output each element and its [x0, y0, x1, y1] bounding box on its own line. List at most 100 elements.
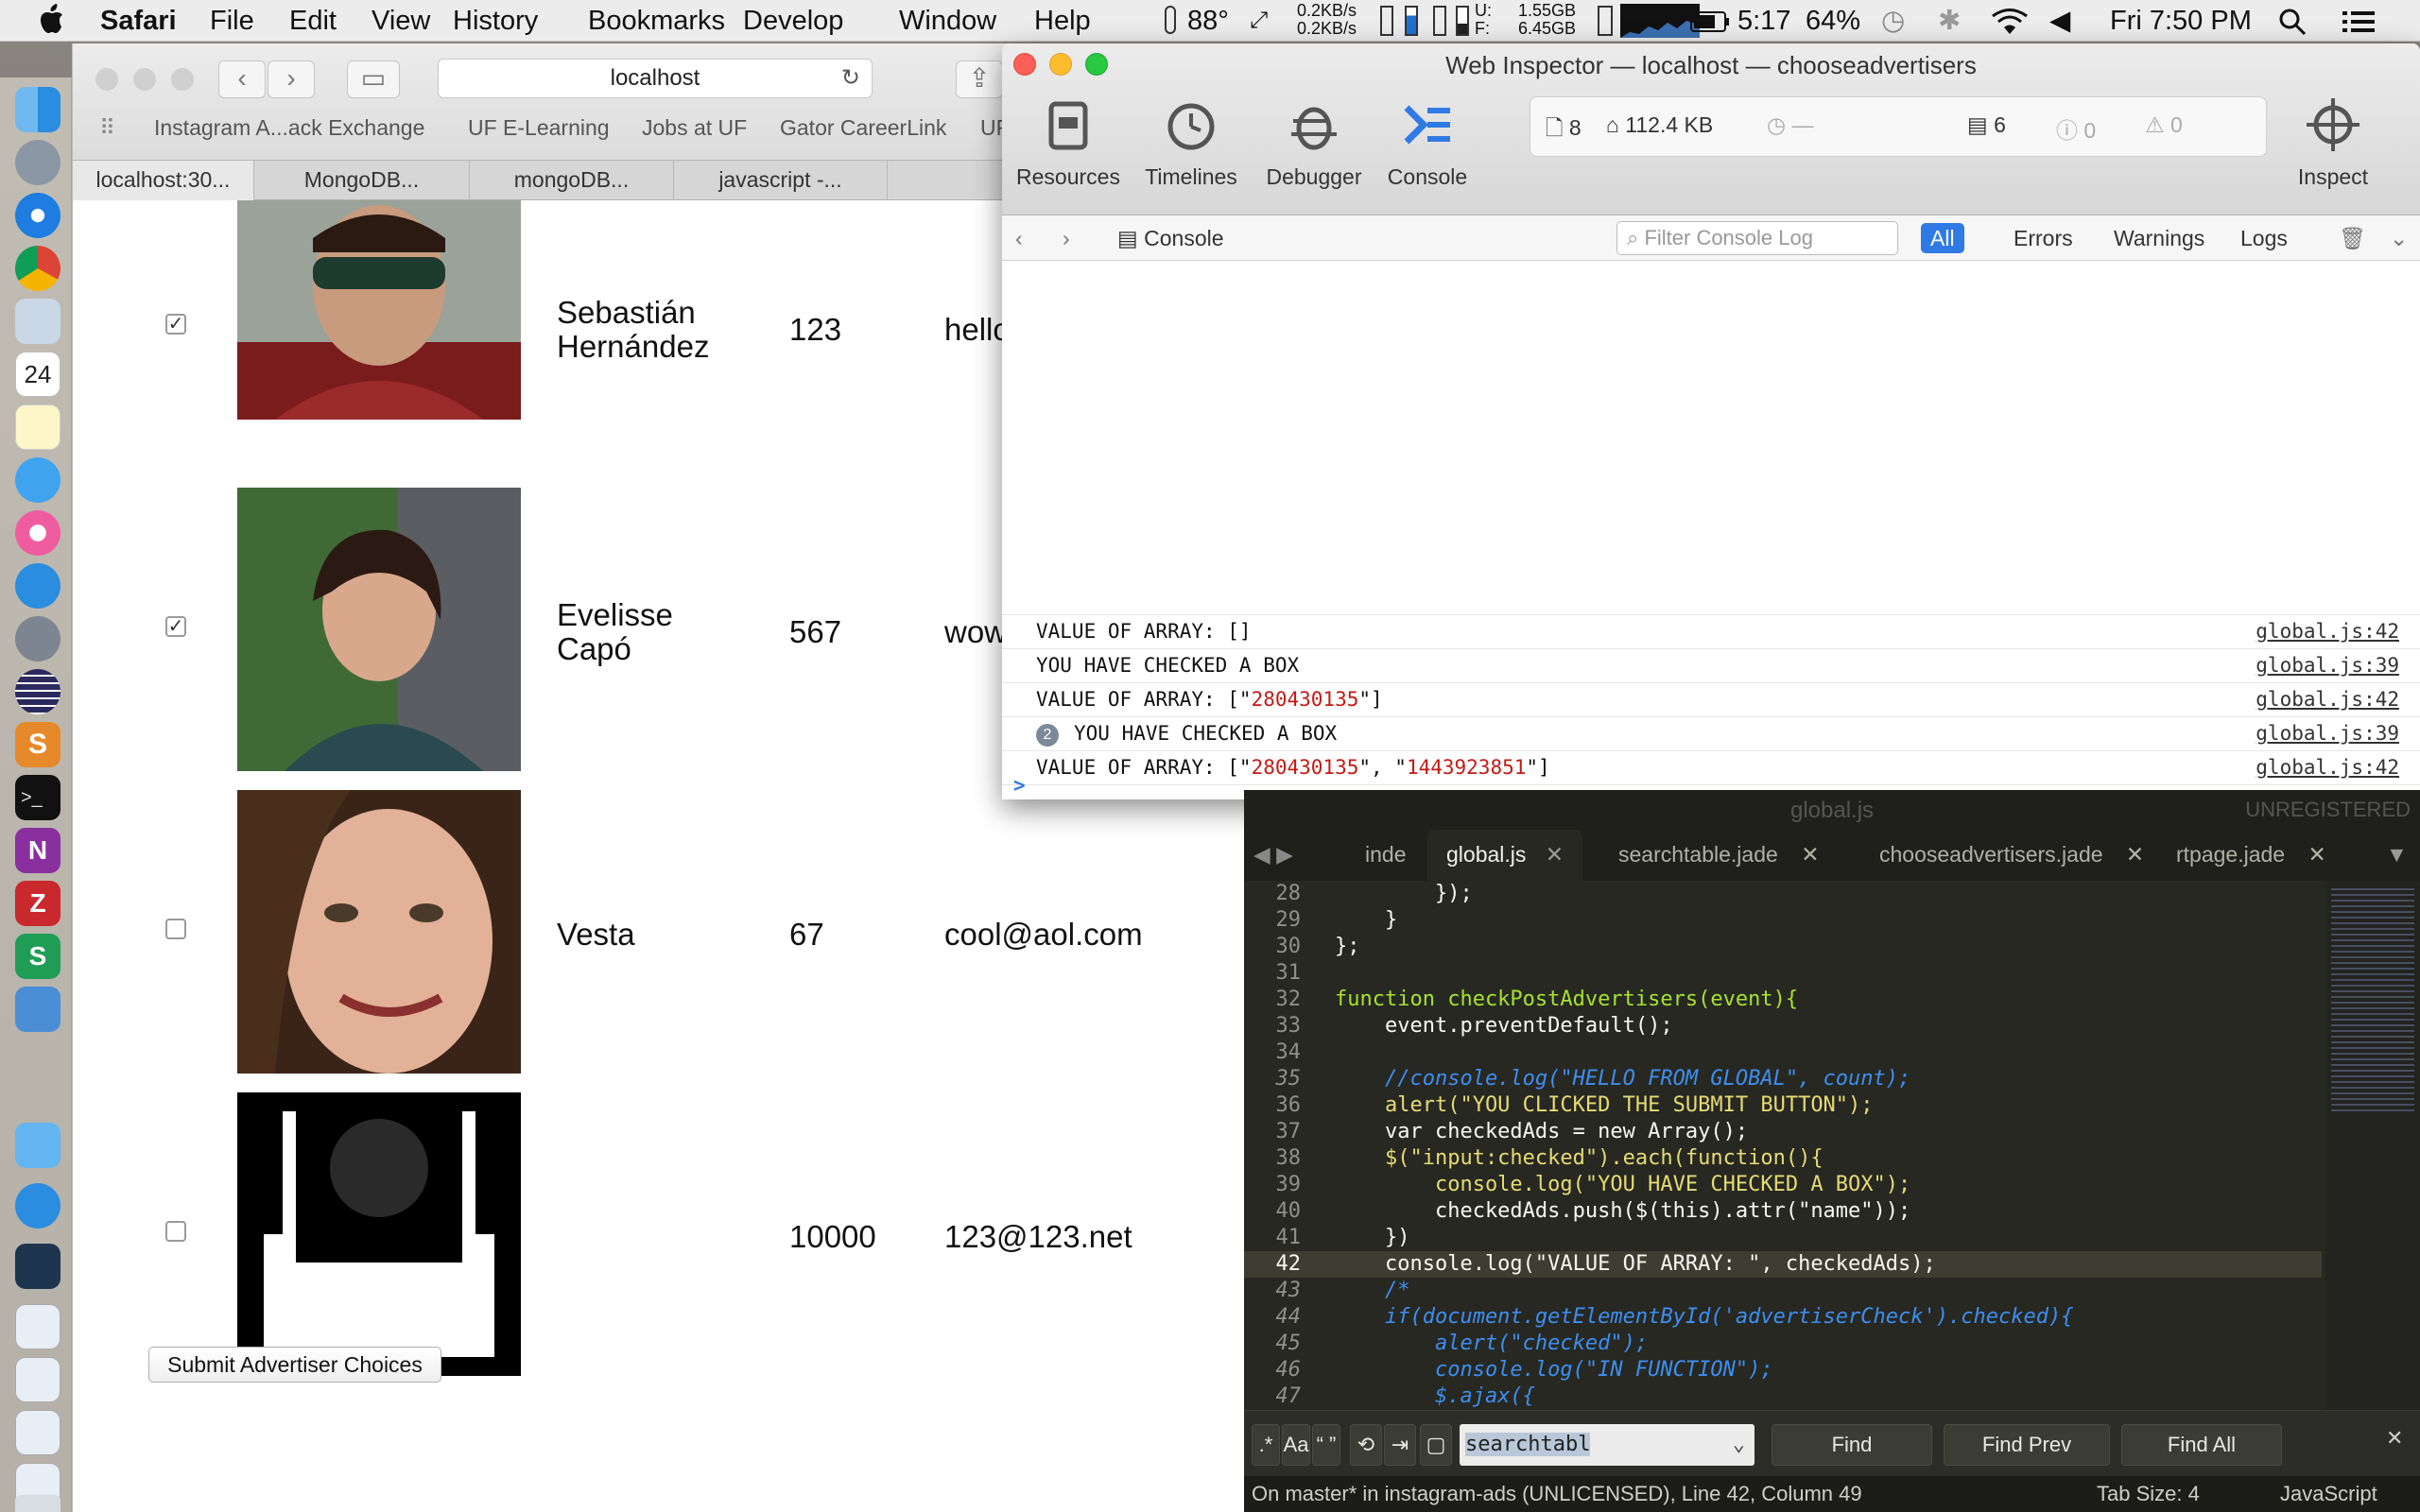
- tool-console[interactable]: Console: [1361, 96, 1494, 190]
- find-button[interactable]: Find: [1772, 1424, 1932, 1466]
- resource-count[interactable]: 🗋 8: [1546, 112, 1582, 149]
- tool-resources[interactable]: Resources: [1002, 96, 1134, 190]
- xcode-icon[interactable]: [15, 987, 60, 1032]
- bluetooth-icon[interactable]: ✱: [1938, 5, 1961, 37]
- tool-inspect[interactable]: Inspect: [2267, 96, 2399, 190]
- system-preferences-icon[interactable]: [15, 616, 60, 662]
- bookmark-item[interactable]: UF E-Learning: [468, 115, 610, 141]
- tab-mongodb[interactable]: MongoDB...: [254, 161, 470, 200]
- submit-advertiser-choices-button[interactable]: Submit Advertiser Choices: [148, 1347, 441, 1383]
- log-count[interactable]: ▤ 6: [1967, 112, 2006, 138]
- tab-mongodb-2[interactable]: mongoDB...: [470, 161, 674, 200]
- safari-icon[interactable]: [15, 193, 60, 238]
- in-selection-toggle-icon[interactable]: ⇥: [1384, 1424, 1416, 1466]
- minimize-button[interactable]: [133, 68, 156, 91]
- screenshot-stack-icon[interactable]: [15, 1244, 60, 1289]
- tab-localhost[interactable]: localhost:30...: [73, 161, 254, 200]
- tab-scroll-arrows-icon[interactable]: ◀ ▶: [1253, 830, 1293, 881]
- editor-tab-active[interactable]: global.js ✕: [1427, 830, 1583, 881]
- log-source-link[interactable]: global.js:39: [2256, 649, 2399, 681]
- menubar-clock[interactable]: Fri 7:50 PM: [2110, 5, 2252, 37]
- document-stack-icon-3[interactable]: [15, 1410, 60, 1455]
- filter-all[interactable]: All: [1921, 223, 1964, 253]
- tool-debugger[interactable]: Debugger: [1248, 96, 1380, 190]
- itunes-icon[interactable]: [15, 510, 60, 556]
- chrome-icon[interactable]: [15, 246, 60, 291]
- volume-icon[interactable]: ◀: [2049, 5, 2070, 37]
- filter-logs[interactable]: Logs: [2231, 223, 2297, 253]
- close-tab-icon[interactable]: ✕: [2308, 842, 2325, 867]
- memory-stats[interactable]: 1.55GB 6.45GB: [1518, 2, 1576, 38]
- regex-toggle[interactable]: .*: [1252, 1424, 1280, 1466]
- temperature-readout[interactable]: 88°: [1187, 5, 1229, 37]
- nav-back-icon[interactable]: ‹: [1006, 223, 1032, 253]
- tab-overflow-icon[interactable]: ▼: [2386, 830, 2408, 881]
- resource-size[interactable]: ⌂ 112.4 KB: [1606, 112, 1713, 138]
- tab-javascript[interactable]: javascript -...: [674, 161, 888, 200]
- trash-icon[interactable]: 🗑: [2329, 223, 2376, 253]
- chevron-down-icon[interactable]: ⌄: [2380, 223, 2417, 253]
- filter-errors[interactable]: Errors: [2004, 223, 2083, 253]
- document-stack-icon[interactable]: [15, 1304, 60, 1349]
- advertiser-checkbox[interactable]: ✓: [165, 314, 186, 335]
- close-tab-icon[interactable]: ✕: [1801, 842, 1819, 867]
- find-history-dropdown-icon[interactable]: ⌄: [1733, 1424, 1745, 1466]
- filter-console-input[interactable]: ⌕ Filter Console Log: [1616, 221, 1898, 255]
- share-icon[interactable]: ⇪: [956, 60, 1003, 98]
- terminal-icon[interactable]: >_: [15, 775, 60, 820]
- log-source-link[interactable]: global.js:42: [2256, 683, 2399, 715]
- code-editor[interactable]: 28 }); 29 } 30}; 31 32 function checkPost…: [1244, 881, 2322, 1410]
- bookmark-item[interactable]: Gator CareerLink: [780, 115, 946, 141]
- log-source-link[interactable]: global.js:42: [2256, 615, 2399, 647]
- reload-icon[interactable]: ↻: [841, 60, 860, 97]
- menu-develop[interactable]: Develop: [743, 5, 843, 37]
- console-breadcrumb[interactable]: ▤ Console: [1108, 223, 1234, 253]
- back-button[interactable]: ‹: [218, 60, 266, 98]
- case-sensitive-toggle[interactable]: Aa: [1282, 1424, 1310, 1466]
- filter-warnings[interactable]: Warnings: [2104, 223, 2214, 253]
- filezilla-icon[interactable]: Z: [15, 881, 60, 926]
- forward-button[interactable]: ›: [268, 60, 315, 98]
- close-tab-icon[interactable]: ✕: [1546, 842, 1564, 867]
- advertiser-checkbox[interactable]: [165, 919, 186, 939]
- network-stats[interactable]: 0.2KB/s 0.2KB/s: [1297, 2, 1357, 38]
- bookmarks-grid-icon[interactable]: ⠿: [99, 115, 115, 141]
- preview-icon[interactable]: [15, 299, 60, 344]
- sublime-text-icon[interactable]: S: [15, 722, 60, 767]
- editor-tab[interactable]: inde: [1365, 830, 1406, 881]
- launchpad-icon[interactable]: [15, 140, 60, 185]
- notes-icon[interactable]: [15, 404, 60, 450]
- bookmark-item[interactable]: Instagram A...ack Exchange: [154, 115, 424, 141]
- highlight-matches-toggle-icon[interactable]: ▢: [1420, 1424, 1452, 1466]
- notification-center-icon[interactable]: [2342, 9, 2375, 34]
- wifi-icon[interactable]: [1991, 8, 2029, 36]
- address-bar[interactable]: localhost ↻: [438, 59, 873, 98]
- close-tab-icon[interactable]: ✕: [2126, 842, 2144, 867]
- log-source-link[interactable]: global.js:42: [2256, 751, 2399, 783]
- close-button[interactable]: [95, 68, 118, 91]
- menu-view[interactable]: View: [372, 5, 430, 37]
- menu-history[interactable]: History: [453, 5, 538, 37]
- load-time[interactable]: ◷ —: [1767, 112, 1813, 138]
- spotlight-icon[interactable]: [2278, 8, 2307, 36]
- calendar-icon[interactable]: 24: [15, 352, 60, 397]
- syntax-indicator[interactable]: JavaScript: [2280, 1476, 2377, 1512]
- find-input[interactable]: searchtabl ⌄: [1460, 1424, 1754, 1466]
- tool-timelines[interactable]: Timelines: [1125, 96, 1257, 190]
- close-find-icon[interactable]: ✕: [2386, 1426, 2403, 1451]
- warning-count[interactable]: ⚠ 0: [2145, 112, 2183, 138]
- battery-percent[interactable]: 64%: [1806, 5, 1860, 37]
- battery-time[interactable]: 5:17: [1737, 5, 1790, 37]
- downloads-stack-icon[interactable]: [15, 1183, 60, 1228]
- app-store-icon[interactable]: [15, 563, 60, 609]
- whole-word-toggle[interactable]: “ ”: [1312, 1424, 1340, 1466]
- advertiser-checkbox[interactable]: ✓: [165, 616, 186, 637]
- menu-file[interactable]: File: [210, 5, 254, 37]
- minimap[interactable]: [2325, 881, 2420, 1410]
- battery-icon[interactable]: [1690, 11, 1730, 32]
- onenote-icon[interactable]: N: [15, 828, 60, 873]
- menu-bookmarks[interactable]: Bookmarks: [588, 5, 725, 37]
- apple-icon[interactable]: [40, 4, 64, 34]
- editor-tab[interactable]: rtpage.jade ✕: [2176, 830, 2326, 881]
- eclipse-icon[interactable]: [15, 669, 60, 714]
